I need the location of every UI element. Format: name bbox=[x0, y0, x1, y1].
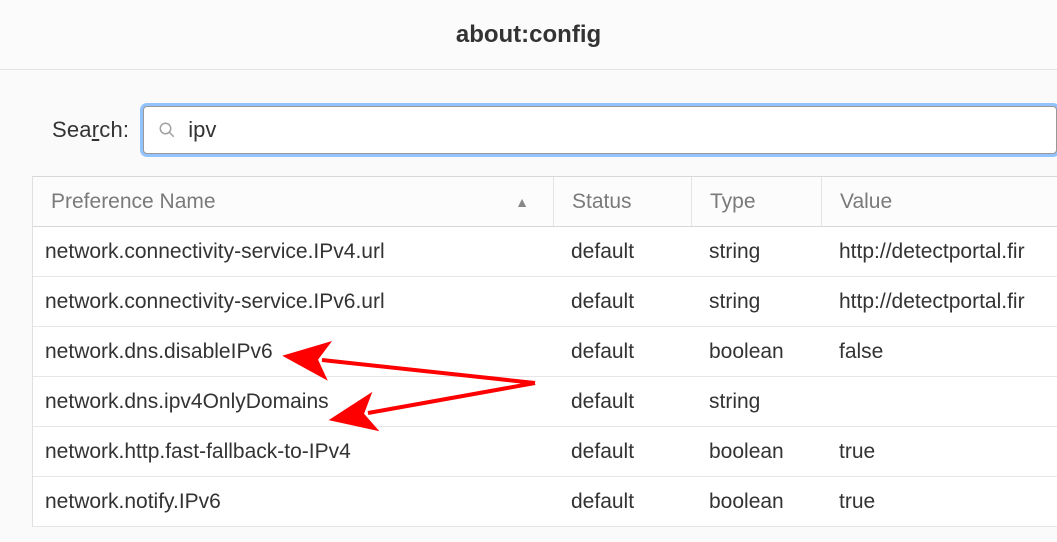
pref-value: true bbox=[821, 440, 1057, 464]
title-bar: about:config bbox=[0, 0, 1057, 70]
column-header-value[interactable]: Value bbox=[821, 177, 1057, 226]
pref-name: network.dns.disableIPv6 bbox=[33, 340, 553, 364]
page-title: about:config bbox=[456, 21, 601, 49]
preferences-grid: Preference Name ▲ Status Type Value netw… bbox=[32, 176, 1057, 527]
table-row[interactable]: network.dns.disableIPv6 default boolean … bbox=[33, 327, 1057, 377]
pref-type: string bbox=[691, 390, 821, 414]
pref-status: default bbox=[553, 340, 691, 364]
pref-status: default bbox=[553, 240, 691, 264]
pref-name: network.http.fast-fallback-to-IPv4 bbox=[33, 440, 553, 464]
pref-status: default bbox=[553, 290, 691, 314]
sort-indicator-icon: ▲ bbox=[515, 194, 529, 210]
table-row[interactable]: network.dns.ipv4OnlyDomains default stri… bbox=[33, 377, 1057, 427]
pref-value: http://detectportal.fir bbox=[821, 290, 1057, 314]
pref-value: false bbox=[821, 340, 1057, 364]
table-row[interactable]: network.notify.IPv6 default boolean true bbox=[33, 477, 1057, 527]
pref-status: default bbox=[553, 440, 691, 464]
column-header-name[interactable]: Preference Name ▲ bbox=[33, 177, 553, 226]
grid-header: Preference Name ▲ Status Type Value bbox=[33, 177, 1057, 227]
pref-type: boolean bbox=[691, 490, 821, 514]
pref-value: http://detectportal.fir bbox=[821, 240, 1057, 264]
pref-type: string bbox=[691, 290, 821, 314]
pref-status: default bbox=[553, 390, 691, 414]
column-header-type[interactable]: Type bbox=[691, 177, 821, 226]
pref-value: true bbox=[821, 490, 1057, 514]
pref-type: boolean bbox=[691, 440, 821, 464]
column-header-status[interactable]: Status bbox=[553, 177, 691, 226]
pref-type: boolean bbox=[691, 340, 821, 364]
table-row[interactable]: network.connectivity-service.IPv4.url de… bbox=[33, 227, 1057, 277]
pref-status: default bbox=[553, 490, 691, 514]
pref-name: network.dns.ipv4OnlyDomains bbox=[33, 390, 553, 414]
search-box[interactable] bbox=[143, 106, 1057, 154]
pref-type: string bbox=[691, 240, 821, 264]
search-row: Search: bbox=[0, 70, 1057, 176]
search-icon bbox=[158, 121, 176, 139]
search-input[interactable] bbox=[186, 116, 1042, 144]
search-label: Search: bbox=[52, 117, 129, 143]
pref-name: network.connectivity-service.IPv6.url bbox=[33, 290, 553, 314]
table-row[interactable]: network.http.fast-fallback-to-IPv4 defau… bbox=[33, 427, 1057, 477]
pref-name: network.notify.IPv6 bbox=[33, 490, 553, 514]
pref-name: network.connectivity-service.IPv4.url bbox=[33, 240, 553, 264]
table-row[interactable]: network.connectivity-service.IPv6.url de… bbox=[33, 277, 1057, 327]
